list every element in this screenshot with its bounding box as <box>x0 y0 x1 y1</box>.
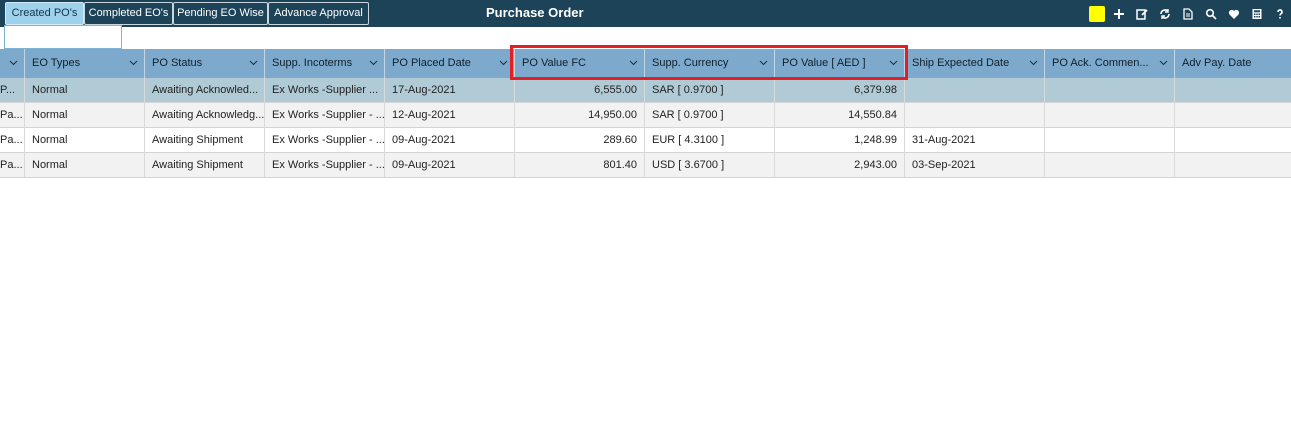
cell-po-status: Awaiting Shipment <box>145 128 265 153</box>
column-header-po-value-aed[interactable]: PO Value [ AED ] <box>775 49 905 78</box>
search-icon[interactable] <box>1199 0 1222 27</box>
column-header-supp-incoterms[interactable]: Supp. Incoterms <box>265 49 385 78</box>
cell-supp-incoterms: Ex Works -Supplier - ... <box>265 128 385 153</box>
cell-ship-expected-date: 03-Sep-2021 <box>905 153 1045 178</box>
help-icon[interactable] <box>1268 0 1291 27</box>
cell-supp-incoterms: Ex Works -Supplier ... <box>265 78 385 103</box>
tab-completed-eos[interactable]: Completed EO's <box>84 2 173 25</box>
cell-ref: Pa... <box>0 128 25 153</box>
column-header-label: Adv Pay. Date <box>1182 57 1252 69</box>
column-header-adv-pay-date[interactable]: Adv Pay. Date <box>1175 49 1291 78</box>
tab-created-pos[interactable]: Created PO's <box>5 2 84 25</box>
cell-ref: Pa... <box>0 103 25 128</box>
column-header-po-ack-comments[interactable]: PO Ack. Commen... <box>1045 49 1175 78</box>
cell-po-value-fc: 801.40 <box>515 153 645 178</box>
chevron-down-icon[interactable] <box>629 59 638 66</box>
column-header-label: Supp. Incoterms <box>272 57 353 69</box>
chevron-down-icon[interactable] <box>9 59 18 66</box>
cell-adv-pay-date <box>1175 128 1291 153</box>
column-header-label: PO Ack. Commen... <box>1052 57 1149 69</box>
cell-po-value-aed: 2,943.00 <box>775 153 905 178</box>
column-header-eo-types[interactable]: EO Types <box>25 49 145 78</box>
cell-ref: P... <box>0 78 25 103</box>
cell-adv-pay-date <box>1175 153 1291 178</box>
table-row[interactable]: Pa... Normal Awaiting Acknowledg... Ex W… <box>0 103 1291 128</box>
heart-icon[interactable] <box>1222 0 1245 27</box>
cell-supp-incoterms: Ex Works -Supplier - ... <box>265 153 385 178</box>
table-row[interactable]: P... Normal Awaiting Acknowled... Ex Wor… <box>0 78 1291 103</box>
cell-eo-type: Normal <box>25 103 145 128</box>
cell-po-value-fc: 6,555.00 <box>515 78 645 103</box>
cell-adv-pay-date <box>1175 78 1291 103</box>
document-icon[interactable] <box>1176 0 1199 27</box>
cell-po-ack-comments <box>1045 78 1175 103</box>
cell-eo-type: Normal <box>25 78 145 103</box>
grid-header: EO Types PO Status Supp. Incoterms PO Pl… <box>0 49 1291 78</box>
column-header-ref[interactable] <box>0 49 25 78</box>
cell-po-status: Awaiting Acknowledg... <box>145 103 265 128</box>
cell-po-value-aed: 14,550.84 <box>775 103 905 128</box>
column-header-supp-currency[interactable]: Supp. Currency <box>645 49 775 78</box>
cell-po-value-fc: 14,950.00 <box>515 103 645 128</box>
chevron-down-icon[interactable] <box>1159 59 1168 66</box>
column-header-label: PO Value [ AED ] <box>782 57 866 69</box>
column-header-po-status[interactable]: PO Status <box>145 49 265 78</box>
column-header-po-value-fc[interactable]: PO Value FC <box>515 49 645 78</box>
cell-po-ack-comments <box>1045 103 1175 128</box>
add-icon[interactable] <box>1107 0 1130 27</box>
cell-po-placed-date: 12-Aug-2021 <box>385 103 515 128</box>
cell-po-placed-date: 09-Aug-2021 <box>385 128 515 153</box>
column-header-label: PO Value FC <box>522 57 586 69</box>
cell-po-placed-date: 09-Aug-2021 <box>385 153 515 178</box>
chevron-down-icon[interactable] <box>369 59 378 66</box>
cell-supp-currency: SAR [ 0.9700 ] <box>645 78 775 103</box>
filter-input[interactable] <box>4 25 122 49</box>
cell-adv-pay-date <box>1175 103 1291 128</box>
column-header-label: PO Placed Date <box>392 57 471 69</box>
cell-po-status: Awaiting Shipment <box>145 153 265 178</box>
table-row[interactable]: Pa... Normal Awaiting Shipment Ex Works … <box>0 128 1291 153</box>
cell-ship-expected-date: 31-Aug-2021 <box>905 128 1045 153</box>
chevron-down-icon[interactable] <box>759 59 768 66</box>
column-header-label: PO Status <box>152 57 203 69</box>
color-swatch[interactable] <box>1089 5 1105 22</box>
cell-supp-incoterms: Ex Works -Supplier - ... <box>265 103 385 128</box>
cell-supp-currency: USD [ 3.6700 ] <box>645 153 775 178</box>
cell-ship-expected-date <box>905 78 1045 103</box>
tab-pending-eo-wise[interactable]: Pending EO Wise <box>173 2 268 25</box>
cell-po-value-fc: 289.60 <box>515 128 645 153</box>
chevron-down-icon[interactable] <box>499 59 508 66</box>
page-title: Purchase Order <box>486 5 584 20</box>
cell-po-placed-date: 17-Aug-2021 <box>385 78 515 103</box>
cell-eo-type: Normal <box>25 128 145 153</box>
cell-po-value-aed: 1,248.99 <box>775 128 905 153</box>
column-header-label: EO Types <box>32 57 81 69</box>
cell-po-value-aed: 6,379.98 <box>775 78 905 103</box>
column-header-ship-expected-date[interactable]: Ship Expected Date <box>905 49 1045 78</box>
toolbar <box>1089 0 1291 27</box>
cell-supp-currency: SAR [ 0.9700 ] <box>645 103 775 128</box>
cell-supp-currency: EUR [ 4.3100 ] <box>645 128 775 153</box>
top-bar: Created PO's Completed EO's Pending EO W… <box>0 0 1291 27</box>
cell-po-status: Awaiting Acknowled... <box>145 78 265 103</box>
refresh-icon[interactable] <box>1153 0 1176 27</box>
cell-ship-expected-date <box>905 103 1045 128</box>
column-header-po-placed-date[interactable]: PO Placed Date <box>385 49 515 78</box>
cell-ref: Pa... <box>0 153 25 178</box>
cell-po-ack-comments <box>1045 153 1175 178</box>
calculator-icon[interactable] <box>1245 0 1268 27</box>
chevron-down-icon[interactable] <box>889 59 898 66</box>
column-header-label: Supp. Currency <box>652 57 729 69</box>
column-header-label: Ship Expected Date <box>912 57 1010 69</box>
chevron-down-icon[interactable] <box>249 59 258 66</box>
cell-eo-type: Normal <box>25 153 145 178</box>
chevron-down-icon[interactable] <box>129 59 138 66</box>
tab-advance-approval[interactable]: Advance Approval <box>268 2 369 25</box>
table-row[interactable]: Pa... Normal Awaiting Shipment Ex Works … <box>0 153 1291 178</box>
cell-po-ack-comments <box>1045 128 1175 153</box>
chevron-down-icon[interactable] <box>1029 59 1038 66</box>
edit-icon[interactable] <box>1130 0 1153 27</box>
